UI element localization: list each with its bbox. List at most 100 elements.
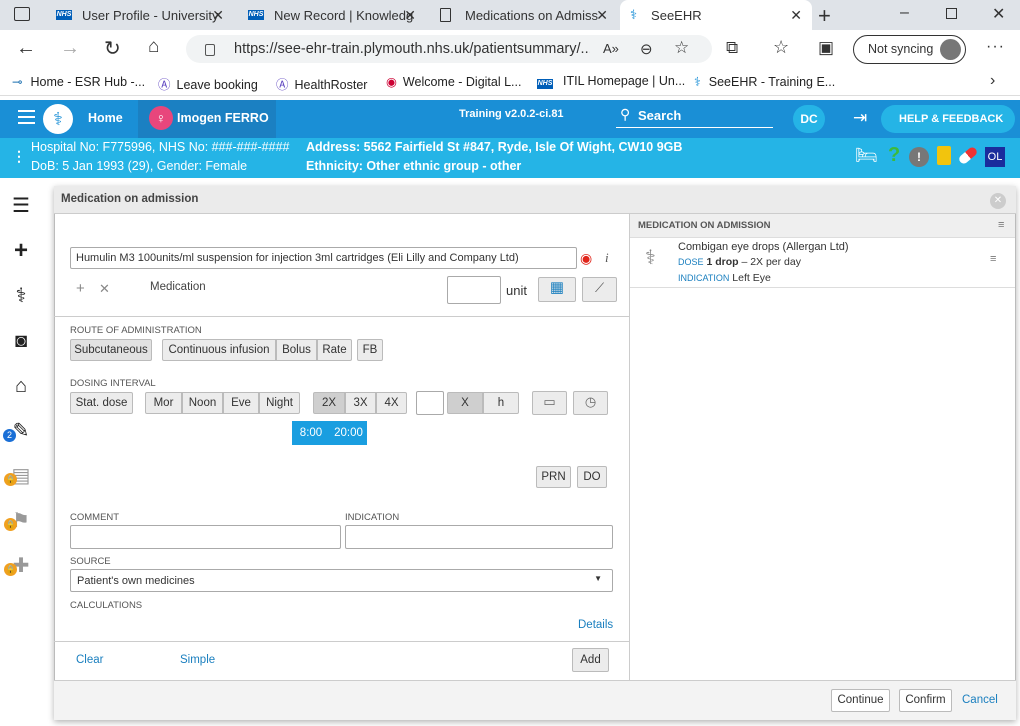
item-menu-icon[interactable]: ≡	[990, 253, 996, 265]
back-icon[interactable]: ←	[16, 37, 36, 60]
chart-button[interactable]: ⟋	[582, 277, 617, 302]
source-select[interactable]: Patient's own medicines ▼	[70, 569, 613, 592]
bookmark-seeehr[interactable]: ⚕ SeeEHR - Training E...	[694, 74, 835, 89]
calendar-button[interactable]: ▭	[532, 391, 567, 415]
route-continuous-infusion[interactable]: Continuous infusion	[162, 339, 276, 361]
time-night-button[interactable]: Night	[259, 392, 300, 414]
url-text[interactable]: https://see-ehr-train.plymouth.nhs.uk/pa…	[234, 41, 590, 57]
window-close-button[interactable]: ✕	[992, 4, 1005, 24]
route-fb[interactable]: FB	[357, 339, 383, 361]
tab-seeehr[interactable]: ⚕ SeeEHR ✕	[620, 0, 812, 30]
user-avatar[interactable]: DC	[793, 105, 825, 133]
confirm-button[interactable]: Confirm	[899, 689, 952, 712]
freq-3x-button[interactable]: 3X	[345, 392, 376, 414]
indication-value: Left Eye	[732, 272, 771, 284]
cancel-link[interactable]: Cancel	[962, 694, 998, 706]
tab-actions-icon[interactable]	[14, 7, 30, 21]
time-chip-morning[interactable]: 8:00	[292, 421, 330, 445]
prn-button[interactable]: PRN	[536, 466, 571, 488]
modal-close-icon[interactable]: ✕	[990, 193, 1006, 209]
forward-icon[interactable]: →	[60, 37, 80, 60]
route-bolus[interactable]: Bolus	[276, 339, 317, 361]
interval-h-button[interactable]: h	[483, 392, 519, 414]
favorite-add-icon[interactable]: ☆	[674, 38, 689, 58]
add-button[interactable]: Add	[572, 648, 609, 672]
panel-menu-icon[interactable]: ≡	[998, 219, 1004, 231]
route-subcutaneous[interactable]: Subcutaneous	[70, 339, 152, 361]
tab-user-profile[interactable]: NHS User Profile - University ✕	[46, 0, 234, 30]
route-rate[interactable]: Rate	[317, 339, 352, 361]
do-button[interactable]: DO	[577, 466, 607, 488]
bookmark-healthroster[interactable]: Ⓐ HealthRoster	[276, 74, 367, 93]
close-icon[interactable]: ✕	[790, 7, 802, 24]
patient-name[interactable]: Imogen FERRO	[177, 111, 269, 125]
home-link[interactable]: Home	[88, 111, 123, 125]
logout-icon[interactable]: ⇥	[853, 108, 867, 128]
camera-icon[interactable]: ◙	[8, 328, 34, 354]
bookmark-esr[interactable]: ⊸ Home - ESR Hub -...	[12, 74, 145, 89]
close-icon[interactable]: ✕	[596, 7, 608, 24]
search-field[interactable]: ⚲ Search	[616, 105, 773, 128]
freq-2x-button[interactable]: 2X	[313, 392, 345, 414]
version-label: Training v2.0.2-ci.81	[459, 108, 564, 120]
schedule-clock-button[interactable]: ◷	[573, 391, 608, 415]
bookmark-welcome[interactable]: ◉ Welcome - Digital L...	[386, 74, 521, 89]
bookmark-itil[interactable]: NHS ITIL Homepage | Un...	[537, 74, 685, 89]
remove-medication-icon[interactable]: ✕	[99, 281, 110, 297]
stethoscope-icon[interactable]: ⚕	[8, 283, 34, 309]
extensions-icon[interactable]: ⧉	[726, 38, 738, 58]
help-feedback-button[interactable]: HELP & FEEDBACK	[881, 105, 1015, 133]
refresh-icon[interactable]: ↻	[104, 36, 121, 61]
add-icon[interactable]: +	[8, 238, 34, 264]
indication-input[interactable]	[345, 525, 613, 549]
calculator-button[interactable]: ▦	[538, 277, 576, 302]
continue-button[interactable]: Continue	[831, 689, 890, 712]
question-icon[interactable]: ?	[888, 144, 900, 167]
interval-x-button[interactable]: X	[447, 392, 483, 414]
time-mor-button[interactable]: Mor	[145, 392, 182, 414]
time-chip-evening[interactable]: 20:00	[330, 421, 367, 445]
more-menu-icon[interactable]: ···	[986, 38, 1005, 56]
allergy-icon[interactable]: ◉	[580, 250, 592, 267]
sync-button[interactable]: Not syncing	[853, 35, 966, 64]
medication-name: Combigan eye drops (Allergan Ltd)	[678, 241, 849, 253]
time-eve-button[interactable]: Eve	[223, 392, 259, 414]
interval-number-input[interactable]	[416, 391, 444, 415]
close-icon[interactable]: ✕	[404, 7, 416, 24]
close-icon[interactable]: ✕	[212, 7, 224, 24]
home-icon[interactable]: ⌂	[148, 36, 159, 58]
add-medication-icon[interactable]: +	[76, 280, 85, 297]
tab-new-record[interactable]: NHS New Record | Knowledg ✕	[238, 0, 426, 30]
medication-label: Medication	[150, 281, 206, 293]
minimize-button[interactable]: –	[900, 4, 909, 22]
lock-icon[interactable]	[205, 44, 215, 56]
hamburger-menu-icon[interactable]	[18, 110, 35, 124]
clear-link[interactable]: Clear	[76, 654, 103, 666]
simple-link[interactable]: Simple	[180, 654, 215, 666]
read-aloud-icon[interactable]: A»	[603, 41, 619, 56]
list-icon[interactable]: ☰	[8, 193, 34, 219]
info-icon[interactable]: i	[605, 250, 609, 266]
banner-menu-icon[interactable]: ⋮	[12, 148, 26, 165]
bed-icon[interactable]: 🛏	[855, 145, 878, 166]
favorites-icon[interactable]: ☆	[773, 37, 789, 58]
time-noon-button[interactable]: Noon	[182, 392, 223, 414]
alert-icon[interactable]: !	[909, 147, 929, 167]
details-link[interactable]: Details	[578, 619, 613, 631]
bookmark-leave[interactable]: Ⓐ Leave booking	[158, 74, 258, 93]
hospital-icon[interactable]: ⌂	[8, 373, 34, 399]
medication-input[interactable]: Humulin M3 100units/ml suspension for in…	[70, 247, 577, 269]
new-tab-button[interactable]: +	[818, 3, 831, 29]
tab-medications[interactable]: Medications on Admiss ✕	[430, 0, 618, 30]
stat-dose-button[interactable]: Stat. dose	[70, 392, 133, 414]
clipboard-icon[interactable]	[937, 146, 951, 165]
collections-icon[interactable]: ▣	[818, 38, 834, 58]
comment-input[interactable]	[70, 525, 341, 549]
freq-4x-button[interactable]: 4X	[376, 392, 407, 414]
dose-quantity-input[interactable]	[447, 276, 501, 304]
app-logo[interactable]: ⚕	[43, 104, 73, 134]
zoom-icon[interactable]: ⊖	[640, 40, 653, 58]
restore-button[interactable]	[946, 8, 957, 19]
chevron-right-icon[interactable]: ›	[990, 72, 995, 90]
ol-badge[interactable]: OL	[985, 147, 1005, 167]
